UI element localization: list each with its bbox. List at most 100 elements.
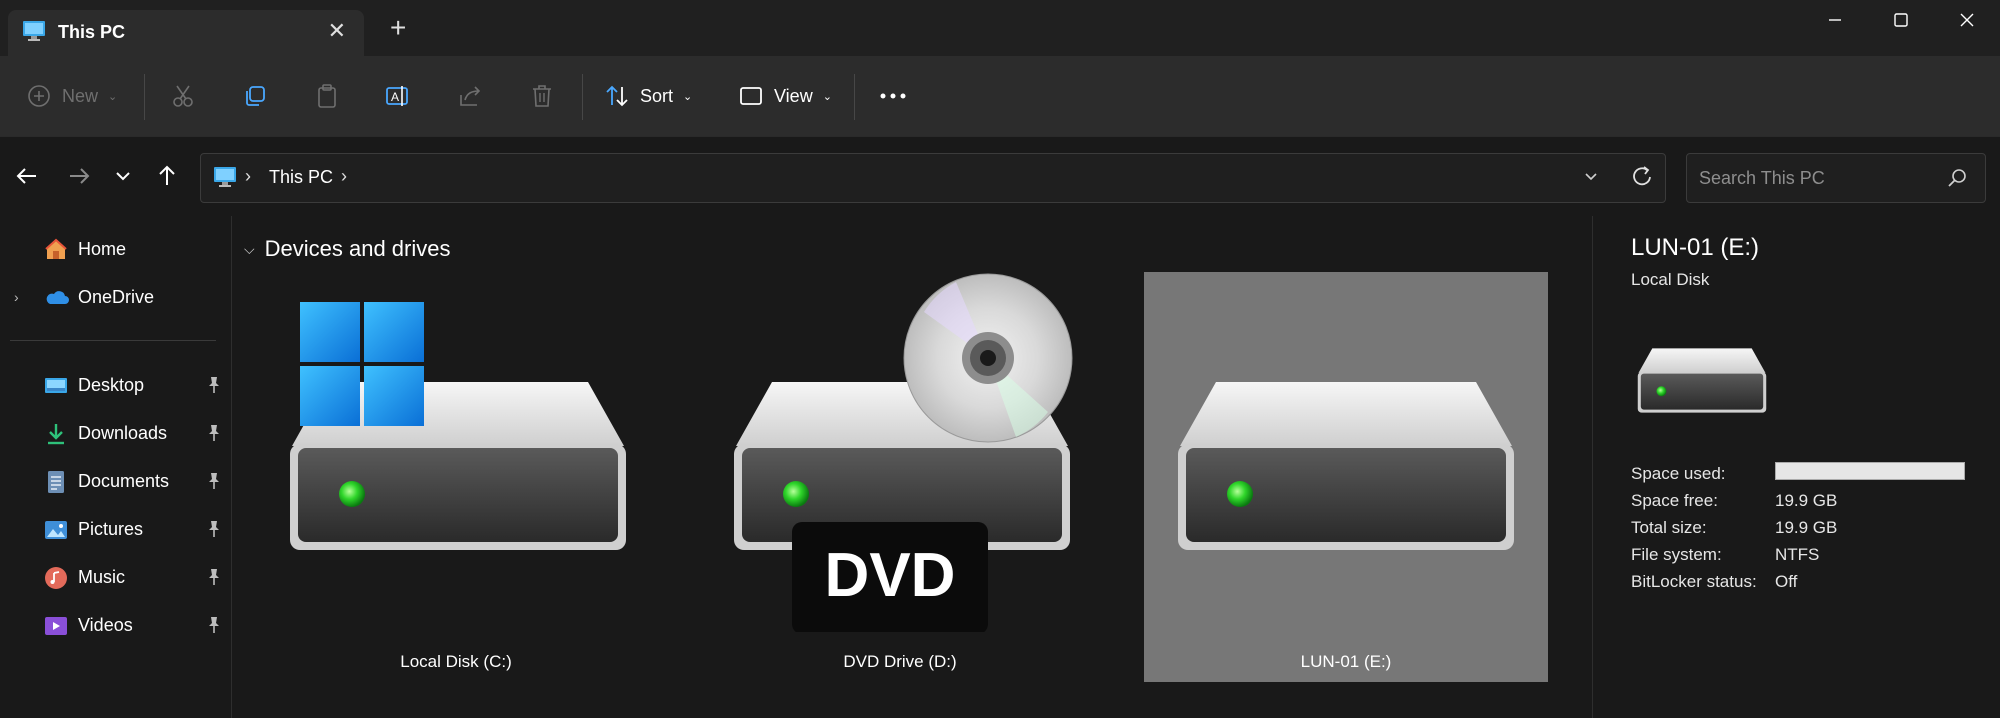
divider xyxy=(854,74,855,120)
address-history-dropdown[interactable] xyxy=(1583,168,1599,187)
refresh-button[interactable] xyxy=(1631,162,1655,199)
up-button[interactable] xyxy=(154,163,180,196)
chevron-right-icon[interactable]: › xyxy=(341,166,347,187)
group-header-devices[interactable]: ⌵ Devices and drives xyxy=(244,236,451,262)
rename-button[interactable]: A xyxy=(385,78,411,114)
close-icon xyxy=(1960,13,1974,27)
divider xyxy=(582,74,583,120)
pin-icon[interactable] xyxy=(206,376,222,399)
desktop-folder-icon xyxy=(44,374,68,398)
sidebar-item-pictures[interactable]: Pictures xyxy=(0,508,232,550)
sidebar-item-label: Home xyxy=(78,239,127,259)
sidebar-item-label: Downloads xyxy=(78,423,168,443)
sidebar-item-music[interactable]: Music xyxy=(0,556,232,598)
back-arrow-icon xyxy=(16,168,36,184)
address-bar[interactable]: › This PC › xyxy=(200,153,1666,203)
more-options-button[interactable] xyxy=(878,78,908,114)
add-circle-icon xyxy=(28,85,50,107)
space-used-bar xyxy=(1775,462,1965,480)
minimize-button[interactable] xyxy=(1802,0,1868,40)
tab-this-pc[interactable]: This PC ✕ xyxy=(8,10,364,56)
sidebar-item-onedrive[interactable]: › OneDrive xyxy=(0,276,232,318)
sidebar-item-documents[interactable]: Documents xyxy=(0,460,232,502)
pin-icon[interactable] xyxy=(206,472,222,495)
drive-item-e[interactable]: LUN-01 (E:) xyxy=(1144,272,1548,682)
drive-name: Local Disk (C:) xyxy=(400,652,512,671)
delete-button[interactable] xyxy=(529,78,555,114)
sidebar-item-desktop[interactable]: Desktop xyxy=(0,364,232,406)
new-button-label: New xyxy=(62,85,99,106)
forward-button[interactable] xyxy=(66,163,92,196)
group-title: Devices and drives xyxy=(264,236,451,261)
space-used-fill xyxy=(1776,463,1964,479)
pin-icon[interactable] xyxy=(206,424,222,447)
hard-drive-icon xyxy=(1178,382,1514,550)
sort-button[interactable]: Sort ⌄ xyxy=(604,78,692,114)
title-bar: This PC ✕ + xyxy=(0,0,2000,56)
maximize-icon xyxy=(1894,13,1908,27)
pin-icon[interactable] xyxy=(206,616,222,639)
prop-label-file-system: File system: xyxy=(1631,545,1722,564)
refresh-icon xyxy=(1633,166,1651,186)
drive-name: LUN-01 (E:) xyxy=(1300,652,1392,671)
maximize-button[interactable] xyxy=(1868,0,1934,40)
share-button[interactable] xyxy=(457,78,483,114)
pin-icon[interactable] xyxy=(206,568,222,591)
forward-arrow-icon xyxy=(70,168,90,184)
divider xyxy=(144,74,145,120)
recent-locations-button[interactable] xyxy=(112,163,134,196)
more-icon xyxy=(880,93,906,99)
windows-system-drive-icon xyxy=(290,302,626,550)
new-tab-button[interactable]: + xyxy=(390,14,406,42)
back-button[interactable] xyxy=(14,163,40,196)
home-icon xyxy=(44,238,68,262)
sidebar-item-videos[interactable]: Videos xyxy=(0,604,232,646)
close-window-button[interactable] xyxy=(1934,0,2000,40)
pictures-icon xyxy=(44,518,68,542)
sidebar-item-label: Desktop xyxy=(78,375,145,395)
sidebar-item-label: Videos xyxy=(78,615,133,635)
dvd-badge: DVD xyxy=(824,541,956,610)
drive-item-d[interactable]: DVD DVD Drive (D:) xyxy=(698,272,1102,682)
close-tab-icon[interactable]: ✕ xyxy=(328,18,346,44)
search-icon xyxy=(1947,168,1967,193)
minimize-icon xyxy=(1829,19,1841,21)
sidebar-item-label: Documents xyxy=(78,471,170,491)
rename-icon: A xyxy=(386,86,408,106)
breadcrumb-this-pc[interactable]: This PC xyxy=(269,167,333,188)
sidebar-item-home[interactable]: Home xyxy=(0,228,232,270)
prop-label-total-size: Total size: xyxy=(1631,518,1707,537)
search-box[interactable] xyxy=(1686,153,1986,203)
drive-item-c[interactable]: Local Disk (C:) xyxy=(254,272,658,682)
scissors-icon xyxy=(173,85,193,107)
new-button[interactable]: New ⌄ xyxy=(26,78,117,114)
chevron-down-icon xyxy=(1585,173,1597,181)
prop-value-space-free: 19.9 GB xyxy=(1775,491,1838,510)
chevron-down-icon: ⌄ xyxy=(108,90,118,103)
music-icon xyxy=(44,566,68,590)
copy-button[interactable] xyxy=(242,78,268,114)
copy-icon xyxy=(246,86,265,106)
view-button[interactable]: View ⌄ xyxy=(738,78,832,114)
prop-label-space-free: Space free: xyxy=(1631,491,1718,510)
navigation-pane: Home › OneDrive Desktop Downloads Docume… xyxy=(0,216,232,718)
paste-button[interactable] xyxy=(314,78,340,114)
disc-icon xyxy=(903,273,1073,443)
sidebar-divider xyxy=(10,340,216,341)
drive-name: DVD Drive (D:) xyxy=(843,652,957,671)
share-icon xyxy=(460,86,481,106)
sidebar-item-downloads[interactable]: Downloads xyxy=(0,412,232,454)
paste-icon xyxy=(318,84,336,108)
prop-value-file-system: NTFS xyxy=(1775,545,1820,564)
prop-value-bitlocker: Off xyxy=(1775,572,1798,591)
trash-icon xyxy=(533,85,551,107)
pin-icon[interactable] xyxy=(206,520,222,543)
command-bar: New ⌄ A Sort ⌄ View ⌄ xyxy=(0,56,2000,136)
sort-icon xyxy=(606,85,628,107)
search-input[interactable] xyxy=(1699,166,1939,190)
cut-button[interactable] xyxy=(170,78,196,114)
tab-title: This PC xyxy=(58,22,126,42)
videos-icon xyxy=(44,614,68,638)
chevron-right-icon[interactable]: › xyxy=(245,166,251,187)
chevron-right-icon[interactable]: › xyxy=(14,289,19,305)
